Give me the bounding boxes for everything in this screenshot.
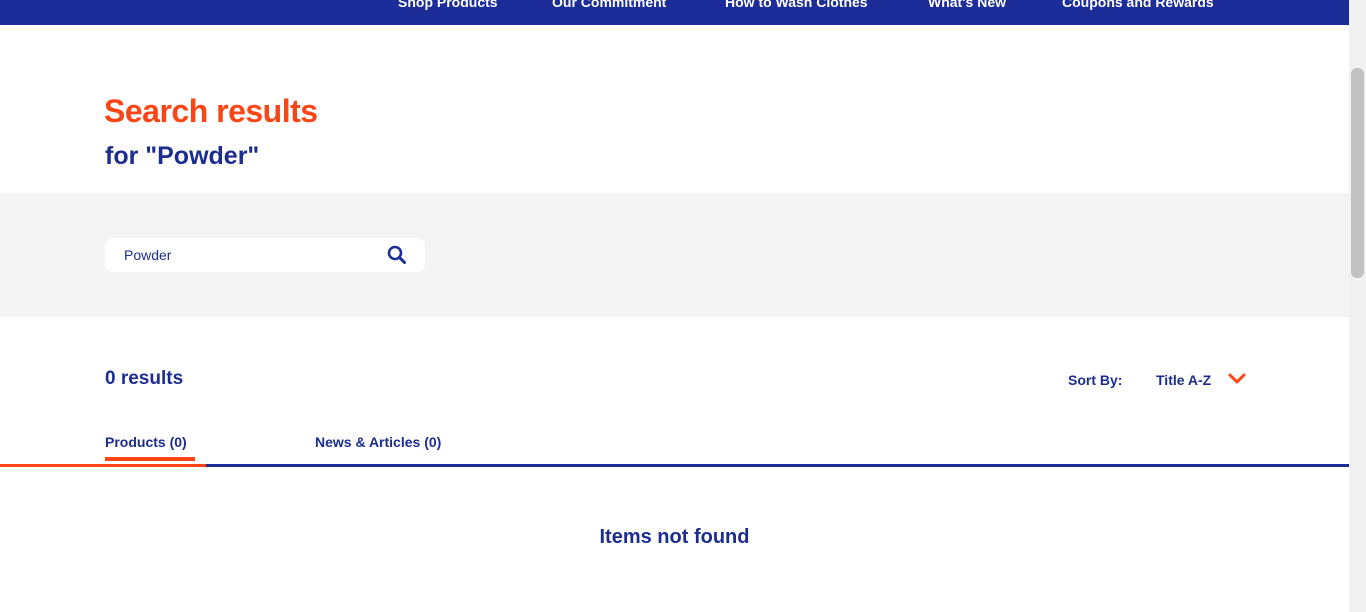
active-tab-indicator xyxy=(105,457,195,461)
chevron-down-icon[interactable] xyxy=(1227,371,1247,387)
nav-item-whats-new[interactable]: What's New xyxy=(928,0,1006,10)
page-scrollbar[interactable] xyxy=(1349,0,1366,612)
results-count: 0 results xyxy=(105,368,184,389)
nav-item-our-commitment[interactable]: Our Commitment xyxy=(552,0,666,10)
page-title: Search results xyxy=(104,93,318,129)
nav-item-coupons-and-rewards[interactable]: Coupons and Rewards xyxy=(1062,0,1214,10)
top-nav: Shop Products Our Commitment How to Wash… xyxy=(0,0,1349,25)
nav-item-shop-products[interactable]: Shop Products xyxy=(398,0,498,10)
search-input[interactable] xyxy=(124,246,374,264)
sort-by-label: Sort By: xyxy=(1068,372,1123,388)
tabs-divider xyxy=(206,464,1349,467)
scrollbar-thumb[interactable] xyxy=(1351,68,1364,278)
empty-results-message: Items not found xyxy=(599,526,750,548)
tab-products[interactable]: Products (0) xyxy=(105,434,187,450)
tab-news-articles[interactable]: News & Articles (0) xyxy=(315,434,441,450)
sort-select-value[interactable]: Title A-Z xyxy=(1156,372,1211,388)
page: Shop Products Our Commitment How to Wash… xyxy=(0,0,1349,612)
search-box xyxy=(105,238,425,272)
search-icon[interactable] xyxy=(386,244,408,266)
nav-item-how-to-wash-clothes[interactable]: How to Wash Clothes xyxy=(725,0,868,10)
tabs-divider-active xyxy=(0,464,206,467)
search-query-subtitle: for "Powder" xyxy=(105,142,260,170)
search-band xyxy=(0,193,1349,317)
